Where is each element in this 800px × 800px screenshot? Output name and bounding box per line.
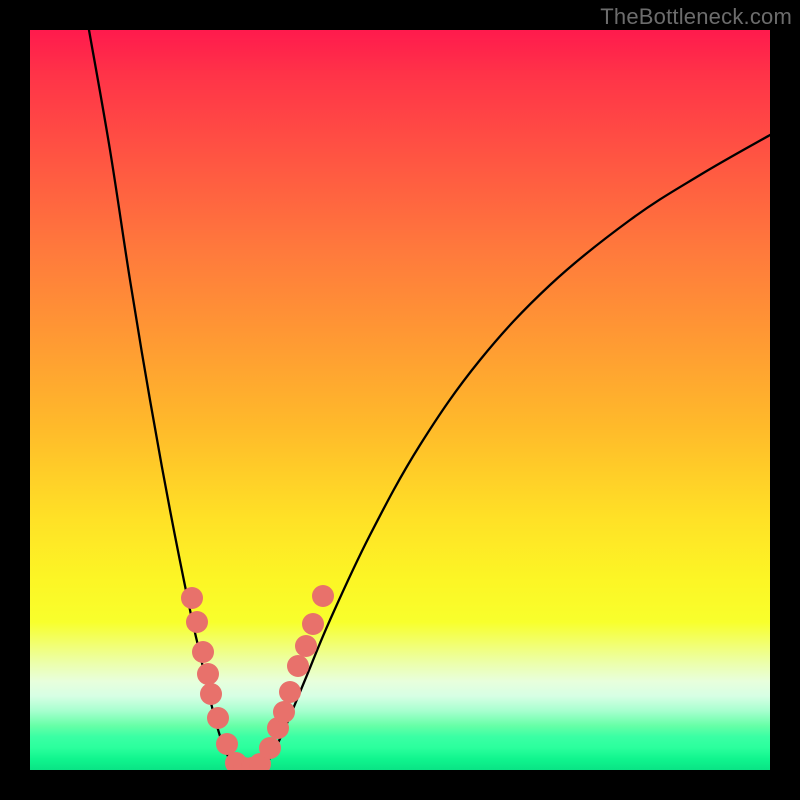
chart-frame: TheBottleneck.com bbox=[0, 0, 800, 800]
data-point bbox=[273, 701, 295, 723]
data-point bbox=[197, 663, 219, 685]
data-point bbox=[200, 683, 222, 705]
marker-group bbox=[181, 585, 334, 770]
plot-area bbox=[30, 30, 770, 770]
data-point bbox=[259, 737, 281, 759]
data-point bbox=[207, 707, 229, 729]
data-point bbox=[181, 587, 203, 609]
data-point bbox=[216, 733, 238, 755]
data-point bbox=[295, 635, 317, 657]
data-point bbox=[186, 611, 208, 633]
curve-group bbox=[89, 30, 770, 770]
data-point bbox=[312, 585, 334, 607]
bottleneck-curve bbox=[89, 30, 770, 770]
watermark-text: TheBottleneck.com bbox=[600, 4, 792, 30]
chart-svg bbox=[30, 30, 770, 770]
data-point bbox=[287, 655, 309, 677]
data-point bbox=[279, 681, 301, 703]
data-point bbox=[192, 641, 214, 663]
data-point bbox=[302, 613, 324, 635]
